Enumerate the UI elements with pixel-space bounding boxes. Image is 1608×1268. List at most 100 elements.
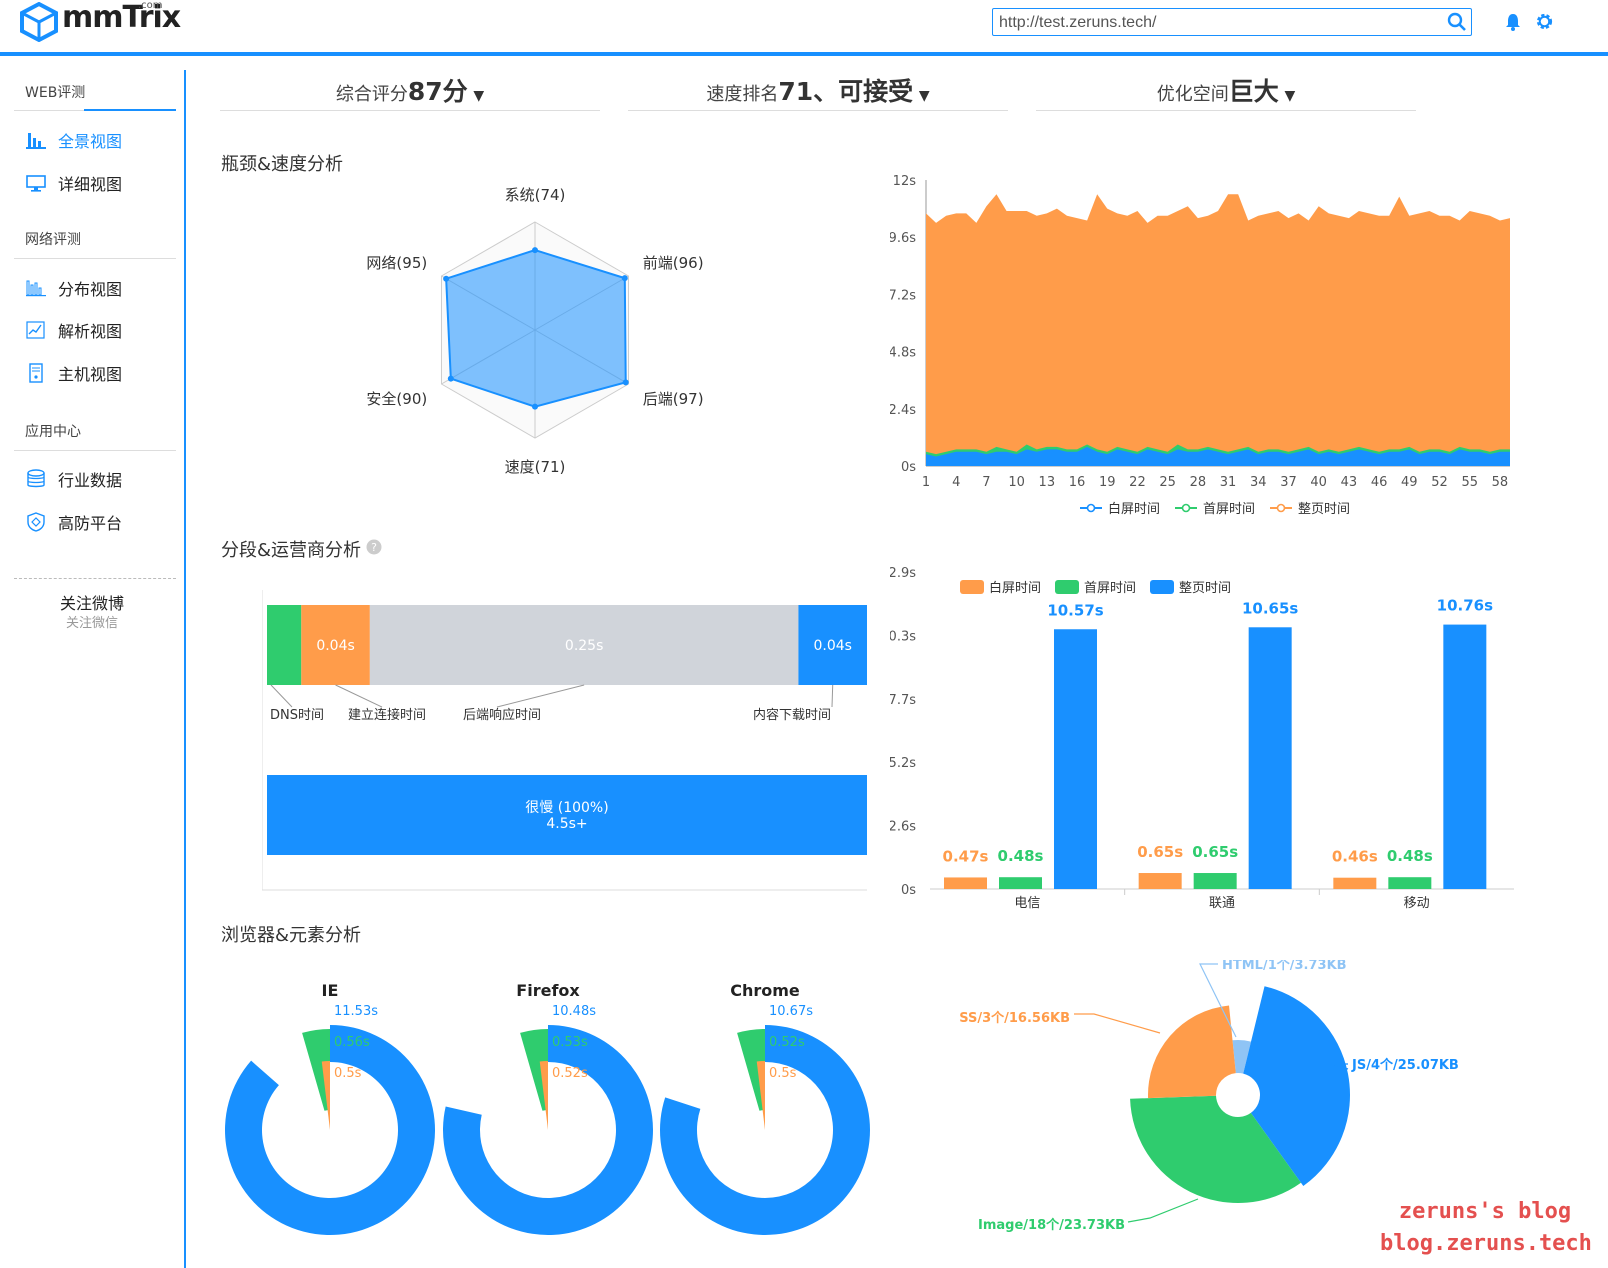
- x-tick-label: 4: [952, 475, 960, 490]
- section-title-browser: 浏览器&元素分析: [221, 925, 362, 946]
- y-tick-label: 2.4s: [890, 403, 916, 418]
- segment-leader-line: [270, 684, 293, 708]
- line-chart-icon: [26, 321, 45, 339]
- x-tick-label: 25: [1159, 475, 1176, 490]
- legend-swatch: [1055, 580, 1079, 594]
- bar-value-label: 0.65s: [1137, 843, 1183, 861]
- x-tick-label: 10: [1008, 475, 1025, 490]
- radar-point: [443, 275, 450, 282]
- bar-chart-icon: [26, 133, 46, 149]
- radar-chart: 系统(74) 前端(96) 后端(97) 速度(71) 安全(90) 网络(95): [366, 186, 704, 476]
- sidebar-item-label: 主机视图: [58, 365, 123, 384]
- sidebar-item-detail[interactable]: 详细视图: [26, 169, 176, 197]
- donut-value-label: 10.67s: [769, 1004, 813, 1019]
- distribution-icon: [26, 280, 46, 297]
- sidebar-item-industry[interactable]: 行业数据: [26, 465, 176, 493]
- svg-text:?: ?: [371, 541, 377, 554]
- bar-value-label: 10.65s: [1242, 599, 1298, 617]
- search-icon[interactable]: [1447, 12, 1467, 32]
- segment-name-label: 后端响应时间: [463, 707, 541, 723]
- legend-marker: [1086, 503, 1096, 513]
- section-title-segment: 分段&运营商分析: [221, 540, 362, 561]
- y-tick-label: 4.8s: [890, 346, 916, 361]
- tab-speed-rank[interactable]: 速度排名71、可接受 ▼: [628, 72, 1008, 111]
- radar-label: 速度(71): [505, 458, 566, 476]
- legend-swatch: [960, 580, 984, 594]
- legend-marker: [1181, 503, 1191, 513]
- radar-point: [532, 247, 538, 254]
- y-tick-label: 7.7s: [890, 693, 916, 708]
- dropdown-triangle-icon: ▼: [1284, 88, 1296, 104]
- carrier-bar: [1248, 627, 1292, 889]
- legend-marker: [1276, 503, 1286, 513]
- area-series-2: [926, 194, 1510, 467]
- y-tick-label: 12s: [893, 174, 917, 189]
- donut-value-label: 10.48s: [552, 1004, 596, 1019]
- sidebar-item-ddos[interactable]: 高防平台: [26, 508, 176, 536]
- sidebar-item-label: 分布视图: [58, 280, 123, 299]
- logo-com: .com: [138, 0, 163, 11]
- follow-wechat-link[interactable]: 关注微信: [0, 612, 184, 631]
- sidebar-item-label: 解析视图: [58, 322, 123, 341]
- monitor-icon: [26, 175, 46, 192]
- radar-label: 网络(95): [366, 254, 427, 272]
- sidebar-item-host[interactable]: 主机视图: [26, 359, 176, 387]
- element-pie-slice: [1148, 1005, 1236, 1099]
- donut-value-label: 0.52s: [769, 1035, 805, 1050]
- x-tick-label: 13: [1039, 475, 1056, 490]
- legend-swatch: [1150, 580, 1174, 594]
- tab-optimize-space[interactable]: 优化空间巨大 ▼: [1036, 72, 1416, 111]
- y-tick-label: 10.3s: [890, 629, 916, 644]
- browser-name: Chrome: [730, 981, 800, 1000]
- y-tick-label: 12.9s: [890, 566, 916, 581]
- segment-value-label: 0.04s: [813, 638, 851, 654]
- dropdown-triangle-icon: ▼: [918, 88, 930, 104]
- help-icon[interactable]: ?: [366, 539, 382, 555]
- bar-value-label: 0.48s: [998, 847, 1044, 865]
- bar-value-label: 0.65s: [1192, 843, 1238, 861]
- legend-label: 首屏时间: [1203, 502, 1255, 517]
- segment-value-label: 0.25s: [565, 638, 603, 654]
- sidebar-item-overview[interactable]: 全景视图: [26, 126, 176, 154]
- donut-value-label: 0.5s: [334, 1066, 362, 1081]
- gear-icon[interactable]: [1535, 12, 1554, 31]
- pie-slice-label: JS/4个/25.07KB: [1351, 1057, 1459, 1073]
- tab-prefix: 速度排名: [706, 84, 779, 105]
- carrier-bar: [1443, 624, 1487, 889]
- tab-overall-score[interactable]: 综合评分87分 ▼: [220, 72, 600, 111]
- x-tick-label: 46: [1371, 475, 1388, 490]
- sidebar-section-network: 网络评测: [25, 232, 81, 248]
- sidebar-item-parse[interactable]: 解析视图: [26, 316, 176, 344]
- follow-weibo-link[interactable]: 关注微博: [0, 590, 184, 614]
- donut-value-label: 0.52s: [552, 1066, 588, 1081]
- category-label: 移动: [1404, 896, 1430, 910]
- pie-leader-line: [1127, 1198, 1199, 1223]
- pie-slice-label: CSS/3个/16.56KB: [960, 1010, 1070, 1026]
- radar-point: [621, 275, 628, 282]
- logo-cube-icon: [20, 2, 58, 42]
- shield-icon: [27, 512, 45, 532]
- radar-series-area: [445, 249, 627, 408]
- url-input[interactable]: [997, 11, 1431, 35]
- sidebar-item-label: 高防平台: [58, 514, 123, 533]
- sidebar-item-label: 全景视图: [58, 132, 123, 151]
- segment-bar: [267, 605, 302, 685]
- radar-point: [532, 403, 538, 410]
- dropdown-triangle-icon: ▼: [473, 88, 485, 104]
- top-header: mmTrix .com: [0, 0, 1608, 56]
- x-tick-label: 55: [1461, 475, 1478, 490]
- bar-value-label: 0.48s: [1387, 847, 1433, 865]
- carrier-bar: [1138, 873, 1182, 889]
- x-tick-label: 37: [1280, 475, 1297, 490]
- legend-label: 整页时间: [1179, 581, 1231, 596]
- tab-value: 87分: [407, 77, 468, 106]
- bar-value-label: 0.46s: [1332, 848, 1378, 866]
- carrier-bar-chart: 0s 2.6s 5.2s 7.7s 10.3s 12.9s 0.47s 0.48s 10.57s…: [890, 566, 1514, 910]
- category-label: 电信: [1014, 896, 1040, 910]
- sidebar-item-distribution[interactable]: 分布视图: [26, 274, 176, 302]
- bell-icon[interactable]: [1505, 13, 1521, 31]
- radar-label: 后端(97): [643, 390, 704, 408]
- segment-leader-line: [831, 684, 834, 708]
- x-tick-label: 1: [922, 475, 930, 490]
- carrier-bar: [999, 877, 1042, 889]
